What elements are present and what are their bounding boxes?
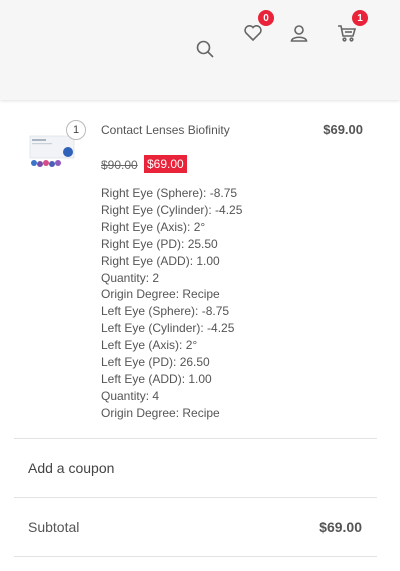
attribute-line: Right Eye (Cylinder): -4.25 — [101, 202, 243, 217]
user-icon — [290, 25, 308, 42]
attribute-line: Origin Degree: Recipe — [101, 405, 220, 420]
attribute-line: Left Eye (PD): 26.50 — [101, 355, 210, 370]
search-icon — [196, 40, 214, 58]
attribute-line: Origin Degree: Recipe — [101, 287, 220, 302]
attribute-line: Left Eye (ADD): 1.00 — [101, 371, 212, 386]
cart-icon — [338, 25, 357, 42]
attribute-line: Right Eye (Sphere): -8.75 — [101, 186, 238, 200]
search-button[interactable] — [192, 36, 218, 62]
sale-price: $69.00 — [144, 155, 187, 173]
original-price: $90.00 — [101, 158, 138, 172]
subtotal-value: $69.00 — [319, 519, 362, 535]
attribute-line: Right Eye (Axis): 2° — [101, 219, 206, 234]
divider — [14, 497, 377, 498]
product-thumbnail[interactable] — [28, 132, 76, 174]
wishlist-button[interactable]: 0 — [240, 10, 274, 46]
attribute-line: Left Eye (Cylinder): -4.25 — [101, 321, 235, 336]
cart-button[interactable]: 1 — [334, 10, 368, 46]
site-header: 0 1 — [0, 0, 400, 100]
divider — [14, 556, 377, 557]
attribute-line: Left Eye (Axis): 2° — [101, 338, 198, 353]
item-quantity-badge: 1 — [66, 120, 86, 140]
account-button[interactable] — [286, 20, 312, 46]
attribute-line: Left Eye (Sphere): -8.75 — [101, 304, 230, 319]
attribute-line: Quantity: 2 — [101, 270, 160, 285]
cart-count-badge: 1 — [352, 10, 368, 26]
add-coupon-link[interactable]: Add a coupon — [28, 460, 114, 476]
heart-icon — [244, 25, 262, 42]
product-name[interactable]: Contact Lenses Biofinity — [101, 123, 230, 137]
subtotal-label: Subtotal — [28, 519, 80, 535]
attribute-line: Quantity: 4 — [101, 388, 160, 403]
attribute-line: Right Eye (ADD): 1.00 — [101, 253, 220, 268]
wishlist-count-badge: 0 — [258, 10, 274, 26]
attribute-line: Right Eye (PD): 25.50 — [101, 236, 218, 251]
divider — [14, 438, 377, 439]
line-price: $69.00 — [323, 122, 363, 137]
product-attributes: Right Eye (Sphere): -8.75 Right Eye (Cyl… — [101, 185, 242, 422]
